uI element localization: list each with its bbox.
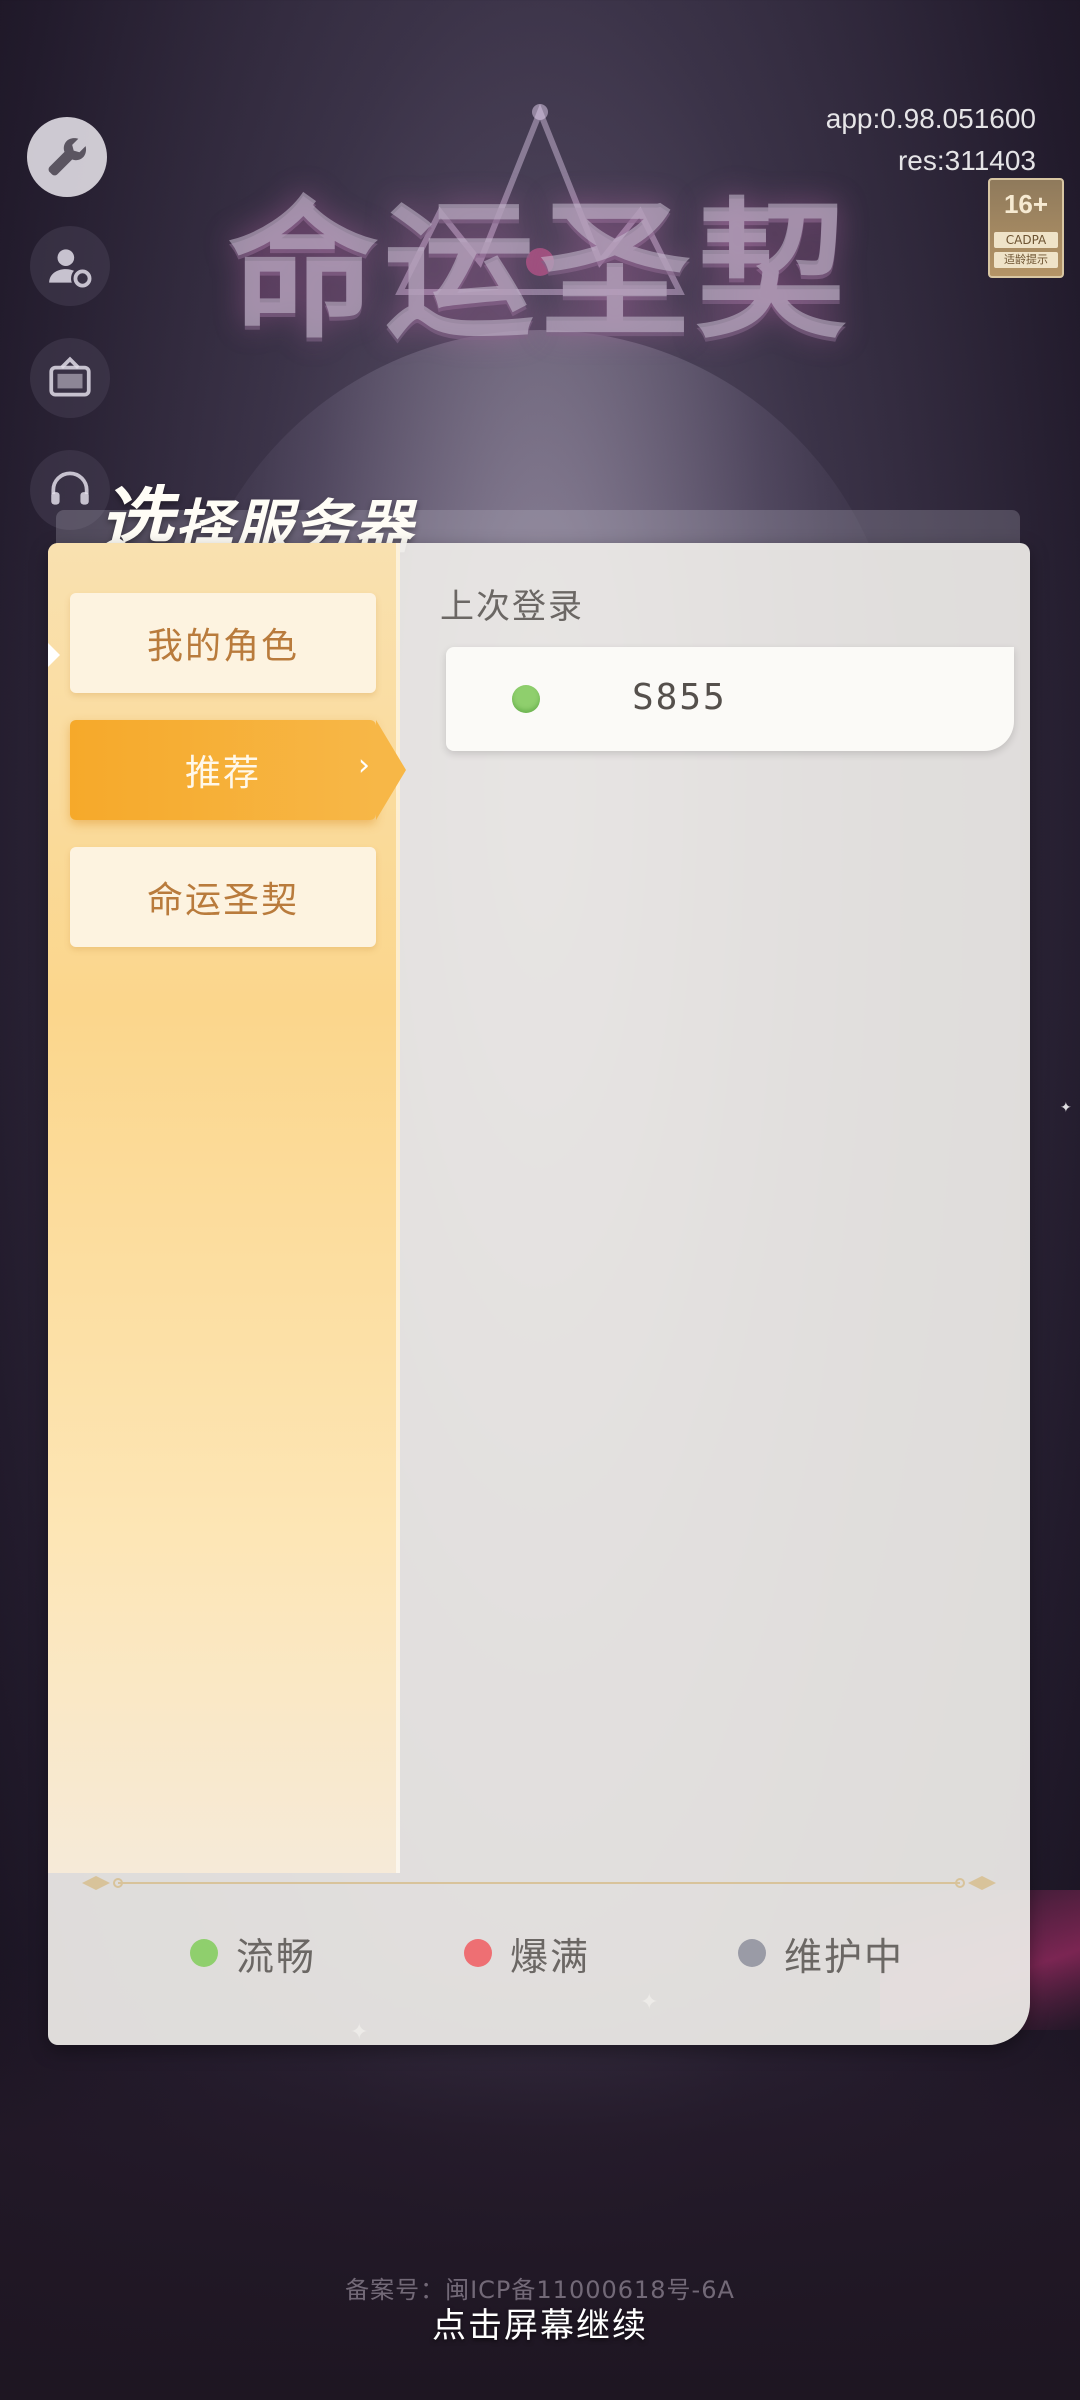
status-dot-smooth: [512, 685, 540, 713]
age-rating-badge[interactable]: 16+ CADPA 适龄提示: [988, 178, 1064, 278]
chevron-right-icon: ›: [358, 748, 372, 783]
account-settings-icon: [49, 249, 92, 288]
status-dot-maintenance: [738, 1939, 766, 1967]
tab-label: 命运圣契: [146, 880, 299, 921]
server-group-rail: 我的角色 推荐 › 命运圣契: [48, 543, 406, 1873]
server-name: S855: [632, 677, 727, 718]
account-settings-button[interactable]: [30, 226, 110, 306]
last-login-label: 上次登录: [440, 587, 584, 627]
version-info: app:0.98.051600 res:311403: [826, 98, 1036, 182]
tab-fate-covenant[interactable]: 命运圣契: [70, 847, 376, 947]
legend-smooth: 流畅: [190, 1923, 316, 1983]
age-rating-org: CADPA: [994, 232, 1058, 248]
rail-marker: [48, 643, 60, 667]
game-logo: 命运圣契: [227, 183, 852, 359]
tab-recommended[interactable]: 推荐 ›: [70, 720, 406, 820]
legend-maintenance: 维护中: [738, 1923, 904, 1983]
tab-label: 我的角色: [146, 626, 299, 667]
sparkle-decoration: ✦: [1060, 1100, 1072, 1116]
age-rating: 16+: [1003, 189, 1049, 219]
status-dot-smooth: [190, 1939, 218, 1967]
legend-full: 爆满: [464, 1923, 590, 1983]
age-rating-label: 适龄提示: [994, 252, 1058, 268]
customer-service-icon: [51, 471, 89, 505]
selected-tab-pointer: [376, 720, 406, 820]
res-version: res:311403: [897, 145, 1036, 176]
server-select-modal: 我的角色 推荐 › 命运圣契 上次登录 S855 流畅 爆满 维护中: [48, 543, 1030, 2045]
tap-to-continue-prompt[interactable]: 点击屏幕继续: [0, 2298, 1080, 2347]
wrench-icon: [48, 138, 87, 176]
announcement-board-icon: [49, 356, 91, 397]
legend-label: 爆满: [510, 1934, 591, 1979]
tab-label: 推荐: [184, 753, 261, 794]
announcement-button[interactable]: [30, 338, 110, 418]
status-dot-full: [464, 1939, 492, 1967]
server-item[interactable]: S855: [446, 647, 1014, 751]
legend-divider: [82, 1876, 996, 1890]
legend-label: 维护中: [784, 1934, 905, 1979]
app-version: app:0.98.051600: [825, 103, 1036, 134]
settings-wrench-button[interactable]: [27, 117, 107, 197]
legend-label: 流畅: [236, 1934, 317, 1979]
tab-my-characters[interactable]: 我的角色: [70, 593, 376, 693]
